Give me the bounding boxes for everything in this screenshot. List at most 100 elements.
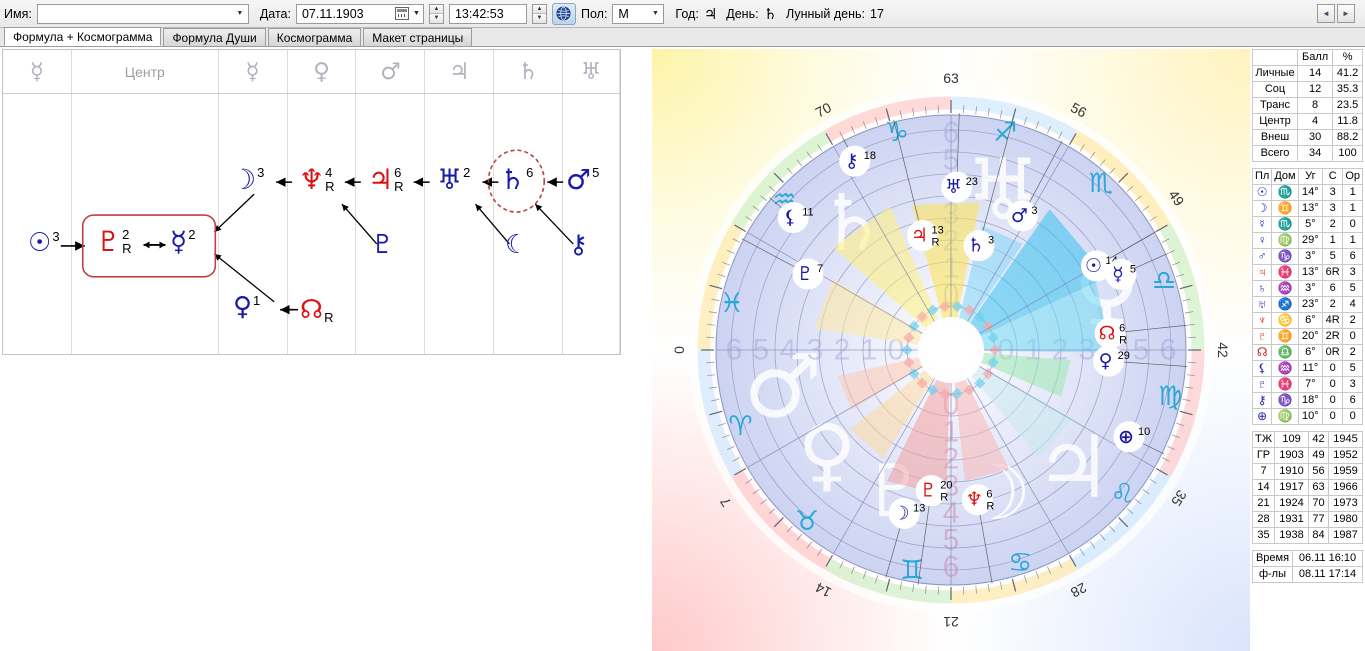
age-right: 42 [1308,431,1329,448]
years-table-body: ТЖ 109 42 1945 ГР 1903 49 1952 7 1910 56 1959 14 1917… [1252,431,1364,544]
formula-chain-jupiter[interactable]: ♃ 6 R [368,165,404,195]
chevron-down-icon[interactable]: ▼ [647,5,663,23]
date-input[interactable]: 07.11.1903 ▼ [295,3,424,24]
age-right: 63 [1308,479,1329,496]
sign-symbol: ♐ [1271,296,1299,313]
mercury-marker[interactable]: ☿ 5 [1105,258,1137,290]
zodiac-glyph-gemini: ♊ [900,555,924,586]
next-button[interactable]: ► [1337,4,1355,23]
formula-node[interactable]: ☊ R [300,297,333,325]
score-cell-1: 4 [1296,113,1334,130]
mars-marker-glyph: ♂ [1011,205,1028,227]
lilith-marker-glyph: ⚸ [783,207,797,229]
formula-venus[interactable]: ♀ 1 [233,292,260,322]
time-label: ф-лы [1252,566,1293,583]
pluto-marker[interactable]: ♇ 20R [915,475,952,507]
degree: 29° [1297,232,1324,249]
mars-marker[interactable]: ♂ 3 [1006,200,1038,232]
neptune-marker-degree: 6 [986,489,992,501]
formula-venus-glyph: ♀ [233,292,253,322]
tab-1[interactable]: Формула Души [163,28,266,46]
formula-chain-saturn[interactable]: ♄ 6 [500,165,533,194]
horoscope-wheel[interactable]: ♅♀♂♀♃♄☽♇ 0123456012345601234560123456 63… [652,49,1250,651]
score-header-0 [1252,49,1298,66]
formula-header-row: ☿ Центр ☿ ♀ ♂ ♃ ♄ ♅ [3,50,621,94]
selena-marker-degree: 10 [1138,426,1150,438]
zodiac-glyph-taurus: ♉ [795,506,819,537]
formula-center-pluto[interactable]: ♇ 2 R [96,227,132,257]
formula-leaf-lilith-leaf[interactable]: ☾ [505,232,528,258]
tab-label: Макет страницы [372,30,464,45]
formula-chain-uranus[interactable]: ♅ 2 [437,165,470,194]
name-combo[interactable]: ▼ [36,3,249,24]
time-value: 13:42:53 [454,6,504,21]
or-value: 1 [1342,232,1363,249]
time-label: Время [1252,550,1293,567]
c-value: 6R [1322,264,1344,281]
formula-center-mercury[interactable]: ☿ 2 [170,227,195,256]
age-left: 28 [1252,511,1275,528]
time-value: 08.11 17:14 [1292,566,1363,583]
degree: 6° [1297,344,1324,361]
or-value: 5 [1342,280,1363,297]
age-left: 7 [1252,463,1275,480]
formula-column-header-6: ♄ [494,50,564,93]
formula-column-header-7: ♅ [563,50,621,93]
years-row: 28 1931 77 1980 [1252,511,1364,528]
proserpina-marker[interactable]: ♇ 7 [792,258,824,290]
formula-chain-moon[interactable]: ☽ 3 [231,165,264,194]
score-cell-0: Внеш [1252,129,1298,146]
tab-2[interactable]: Космограмма [267,28,362,46]
years-table: ТЖ 109 42 1945 ГР 1903 49 1952 7 1910 56 1959 14 1917… [1252,431,1364,544]
c-value: 2R [1322,328,1344,345]
tab-3[interactable]: Макет страницы [363,28,473,46]
planet-symbol: ☿ [1251,216,1273,233]
positions-row: ⚸ ♒ 11° 0 5 [1251,360,1363,377]
uranus-marker-glyph: ♅ [945,176,962,198]
formula-chain-uranus-degree: 2 [463,165,470,180]
node-marker-retrograde: R [1119,334,1127,346]
neptune-marker[interactable]: ♆ 6R [961,484,994,516]
c-value: 1 [1322,232,1344,249]
prev-button[interactable]: ◄ [1317,4,1335,23]
chevron-down-icon[interactable]: ▼ [232,5,248,23]
formula-chain-neptune[interactable]: ♆ 4 R [299,165,335,195]
node-marker-degree: 6 [1119,322,1125,334]
positions-row: ☿ ♏ 5° 2 0 [1251,216,1363,233]
formula-leaf-chiron-leaf-glyph: ⚷ [569,230,589,260]
planet-symbol: ♂ [1251,248,1273,265]
formula-sun-degree: 3 [52,229,59,244]
jupiter-marker[interactable]: ♃ 13R [906,220,944,252]
globe-icon[interactable] [551,2,576,25]
node-marker[interactable]: ☊ 6R [1094,317,1127,349]
date-stepper[interactable]: ▲ ▼ [428,3,444,24]
formula-chain-mars[interactable]: ♂ 5 [566,165,599,194]
formula-leaf-chiron-leaf[interactable]: ⚷ [569,232,588,258]
age-mark-label: 42 [1215,342,1231,358]
score-cell-1: 30 [1296,129,1334,146]
calendar-icon[interactable] [395,7,410,20]
gender-combo[interactable]: М ▼ [612,3,665,24]
formula-leaf-pluto-leaf[interactable]: ♇ [371,232,394,258]
formula-center-mercury-degree: 2 [188,227,195,242]
chevron-down-icon[interactable]: ▼ [410,10,423,17]
zodiac-glyph-libra: ♎ [1152,265,1176,296]
positions-header-2: Уг [1297,168,1324,185]
sign-symbol: ♏ [1271,184,1299,201]
time-input[interactable]: 13:42:53 [448,3,527,24]
degree: 13° [1297,264,1324,281]
zodiac-glyph-sagittarius: ♐ [993,117,1017,148]
tab-0[interactable]: Формула + Космограмма [4,27,162,46]
saturn-marker[interactable]: ♄ 3 [963,230,995,262]
year-left: 1938 [1273,527,1310,544]
name-label: Имя: [4,6,32,21]
time-stepper[interactable]: ▲ ▼ [531,3,547,24]
formula-sun[interactable]: ☉ 3 [28,229,60,256]
pluto-marker-retrograde: R [940,492,948,504]
sign-symbol: ♍ [1271,408,1299,425]
horoscope-wheel-panel[interactable]: ♅♀♂♀♃♄☽♇ 0123456012345601234560123456 63… [652,49,1250,651]
positions-header-0: Пл [1251,168,1273,185]
formula-symbols-layer: ☽ 3 ♆ 4 R ♃ 6 R ♅ 2 ♄ 6 ♂ 5 ☉ 3 ♇ 2 R ☿ 2 ♀ 1 ☊ R ♇ ☾ ⚷ [3,94,620,356]
score-row: Личные 14 41.2 [1252,65,1363,82]
formula-column-header-5: ♃ [425,50,495,93]
